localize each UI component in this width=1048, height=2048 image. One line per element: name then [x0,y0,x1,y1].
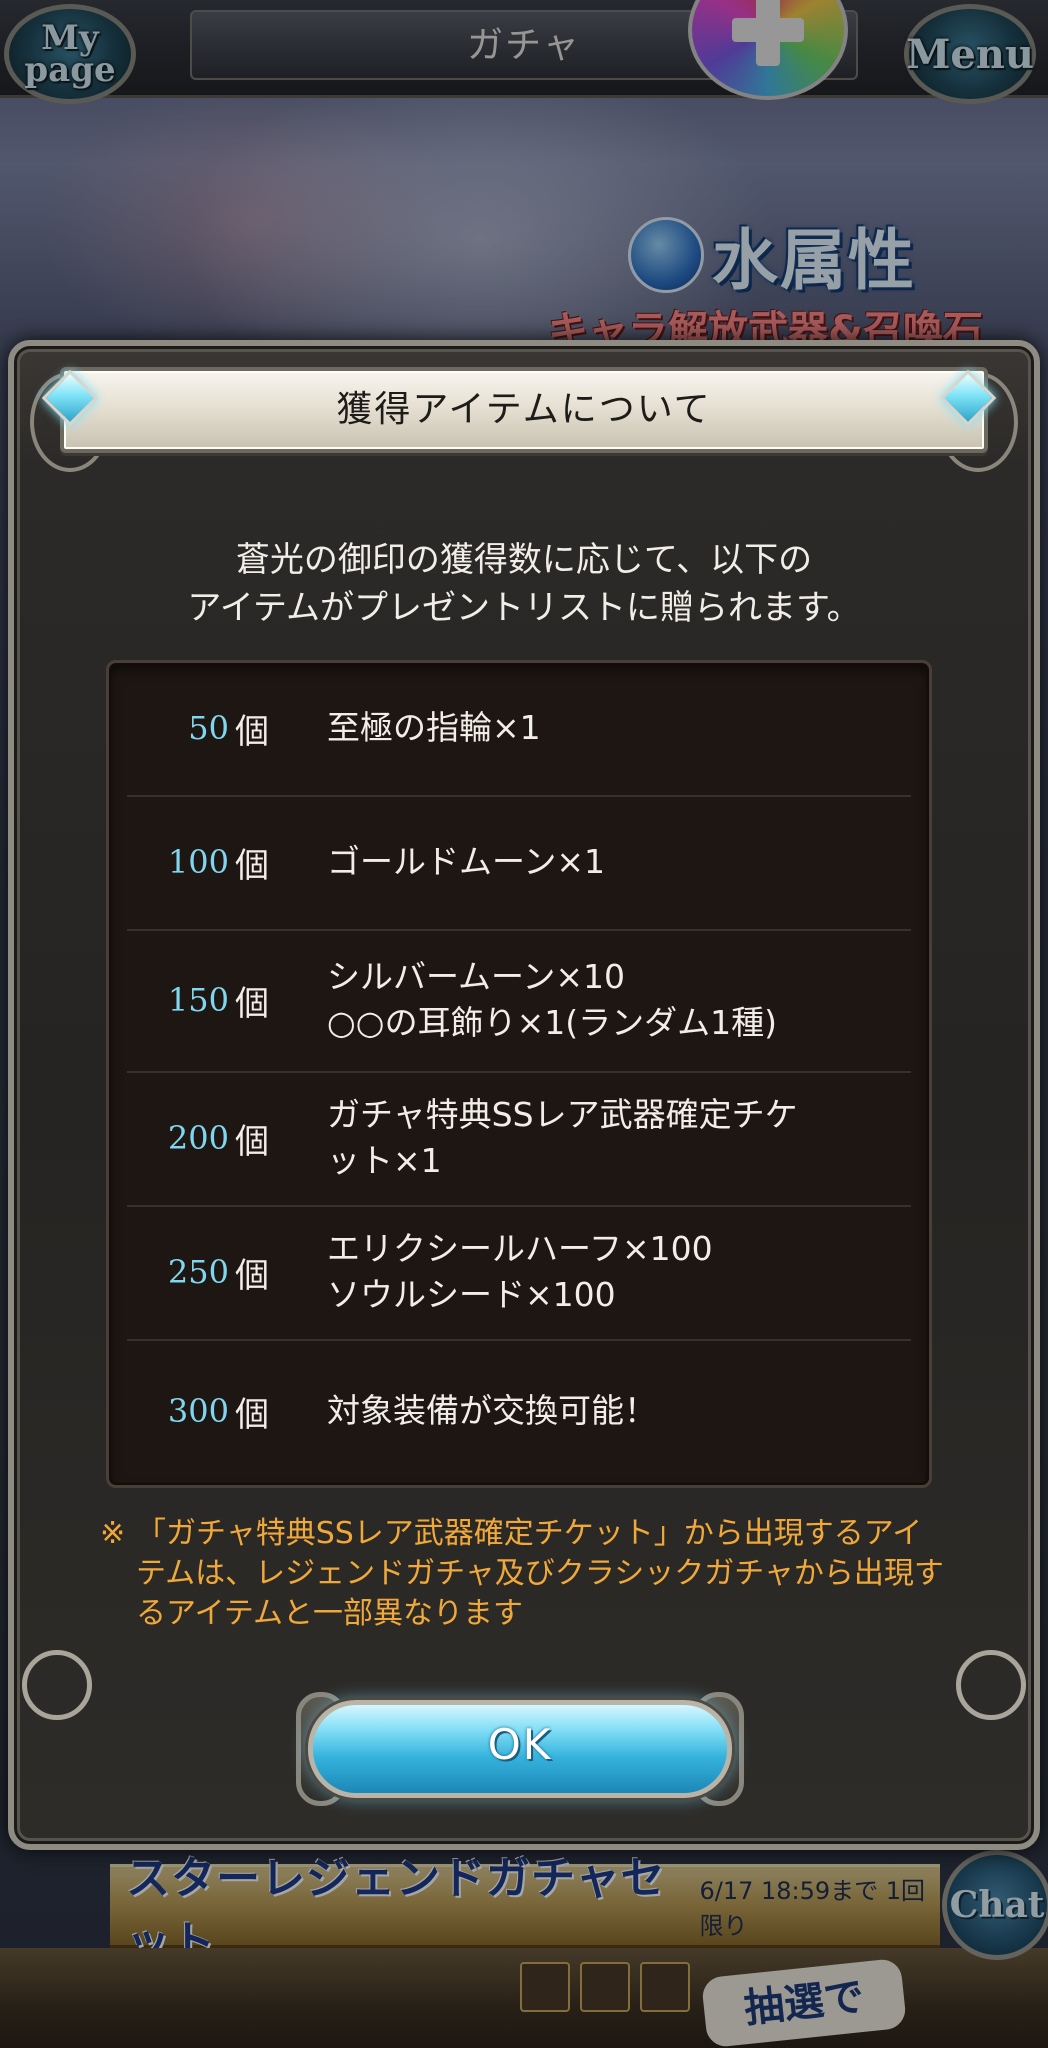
reward-text: 対象装備が交換可能！ [327,1388,907,1434]
count-unit: 個 [235,711,269,752]
count-unit: 個 [235,1121,269,1162]
reward-line-1: エリクシールハーフ×100 [327,1229,713,1268]
count-unit: 個 [235,1255,269,1296]
dialog-title: 獲得アイテムについて [336,389,712,430]
reward-count: 150 [167,981,229,1019]
corner-ornament [956,1650,1026,1720]
intro-line-2: アイテムがプレゼントリストに贈られます。 [187,588,861,628]
reward-text: シルバームーン×10 ○○の耳飾り×1(ランダム1種) [327,954,907,1046]
reward-row: 150 個 シルバームーン×10 ○○の耳飾り×1(ランダム1種) [109,931,929,1069]
reward-text: エリクシールハーフ×100 ソウルシード×100 [327,1226,907,1318]
count-unit: 個 [235,845,269,886]
note-text: 「ガチャ特典SSレア武器確定チケット」から出現するアイテムは、レジェンドガチャ及… [136,1516,944,1631]
reward-row: 50 個 至極の指輪×1 [109,663,929,793]
reward-line-1: ゴールドムーン×1 [327,842,605,881]
reward-count: 200 [167,1119,229,1157]
count-unit: 個 [235,1394,269,1435]
reward-count: 100 [167,843,229,881]
reward-count: 250 [167,1253,229,1291]
reward-line-1: ガチャ特典SSレア武器確定チケ [327,1095,798,1134]
reward-row: 200 個 ガチャ特典SSレア武器確定チケ ット×1 [109,1073,929,1203]
count-unit: 個 [235,983,269,1024]
reward-text: ガチャ特典SSレア武器確定チケ ット×1 [327,1092,907,1184]
reward-row: 100 個 ゴールドムーン×1 [109,797,929,927]
dialog-intro: 蒼光の御印の獲得数に応じて、以下の アイテムがプレゼントリストに贈られます。 [60,536,988,632]
reward-text: ゴールドムーン×1 [327,839,907,885]
reward-table: 50 個 至極の指輪×1 100 個 ゴールドムーン×1 150 個 シルバーム… [106,660,932,1488]
reward-count: 50 [188,709,229,747]
reward-line-1: シルバームーン×10 [327,957,626,996]
reward-text: 至極の指輪×1 [327,705,907,751]
reward-line-1: 対象装備が交換可能！ [327,1391,657,1430]
ok-button-label: OK [487,1720,553,1769]
corner-ornament [22,1650,92,1720]
reward-line-2: ソウルシード×100 [327,1275,616,1314]
note-mark: ※ [100,1516,126,1551]
reward-line-2: ット×1 [327,1141,442,1180]
reward-count: 300 [167,1392,229,1430]
reward-line-1: 至極の指輪×1 [327,708,541,747]
reward-line-2: ○○の耳飾り×1(ランダム1種) [327,1003,777,1042]
reward-row: 250 個 エリクシールハーフ×100 ソウルシード×100 [109,1207,929,1337]
reward-row: 300 個 対象装備が交換可能！ [109,1341,929,1481]
intro-line-1: 蒼光の御印の獲得数に応じて、以下の [235,540,813,580]
